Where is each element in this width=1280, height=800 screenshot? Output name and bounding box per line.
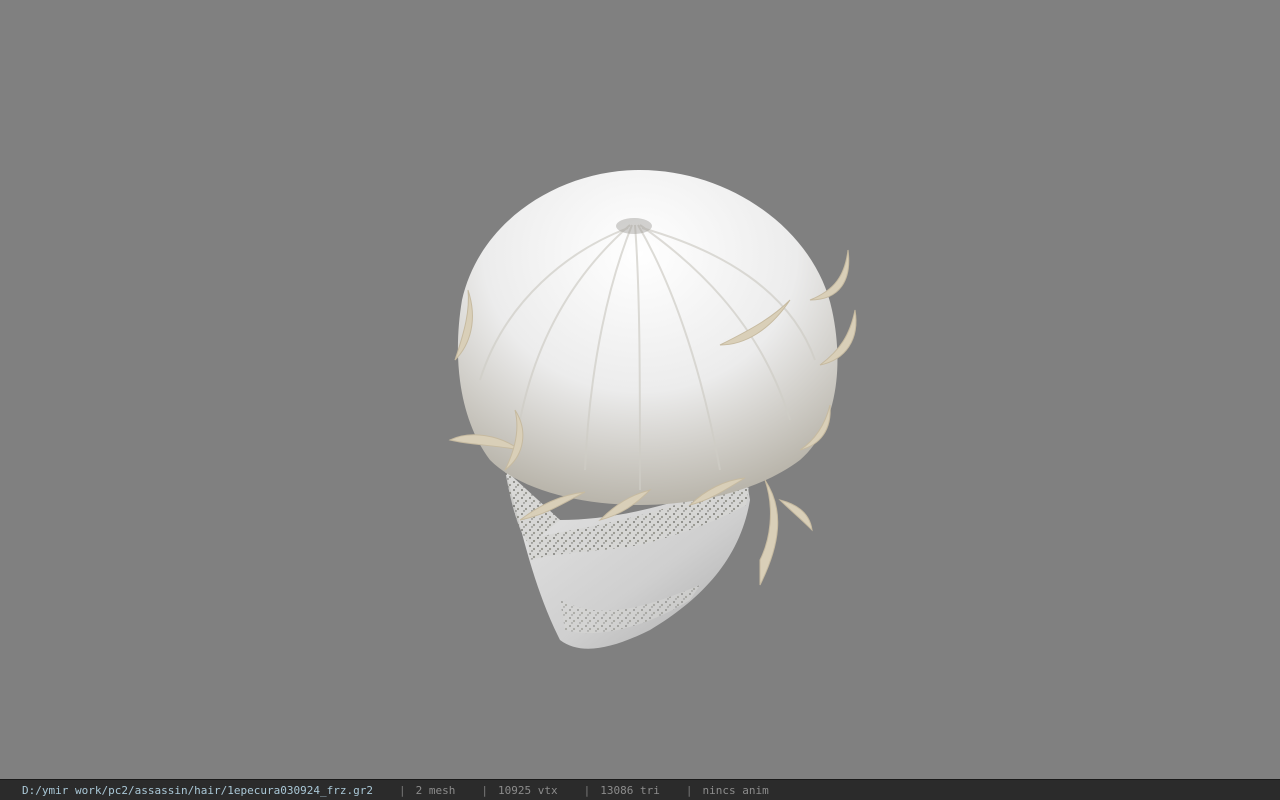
separator: | bbox=[481, 783, 488, 797]
separator: | bbox=[583, 783, 591, 797]
status-bar: D:/ymir work/pc2/assassin/hair/1epecura0… bbox=[0, 779, 1280, 800]
file-path: D:/ymir work/pc2/assassin/hair/1epecura0… bbox=[22, 783, 373, 797]
animation-status: nincs anim bbox=[702, 783, 769, 797]
hair-model bbox=[448, 170, 857, 649]
separator: | bbox=[399, 783, 406, 797]
triangle-count: 13086 tri bbox=[600, 783, 660, 797]
3d-viewport[interactable] bbox=[0, 0, 1280, 779]
separator: | bbox=[685, 783, 693, 797]
vertex-count: 10925 vtx bbox=[498, 783, 558, 797]
mesh-count: 2 mesh bbox=[415, 783, 456, 797]
